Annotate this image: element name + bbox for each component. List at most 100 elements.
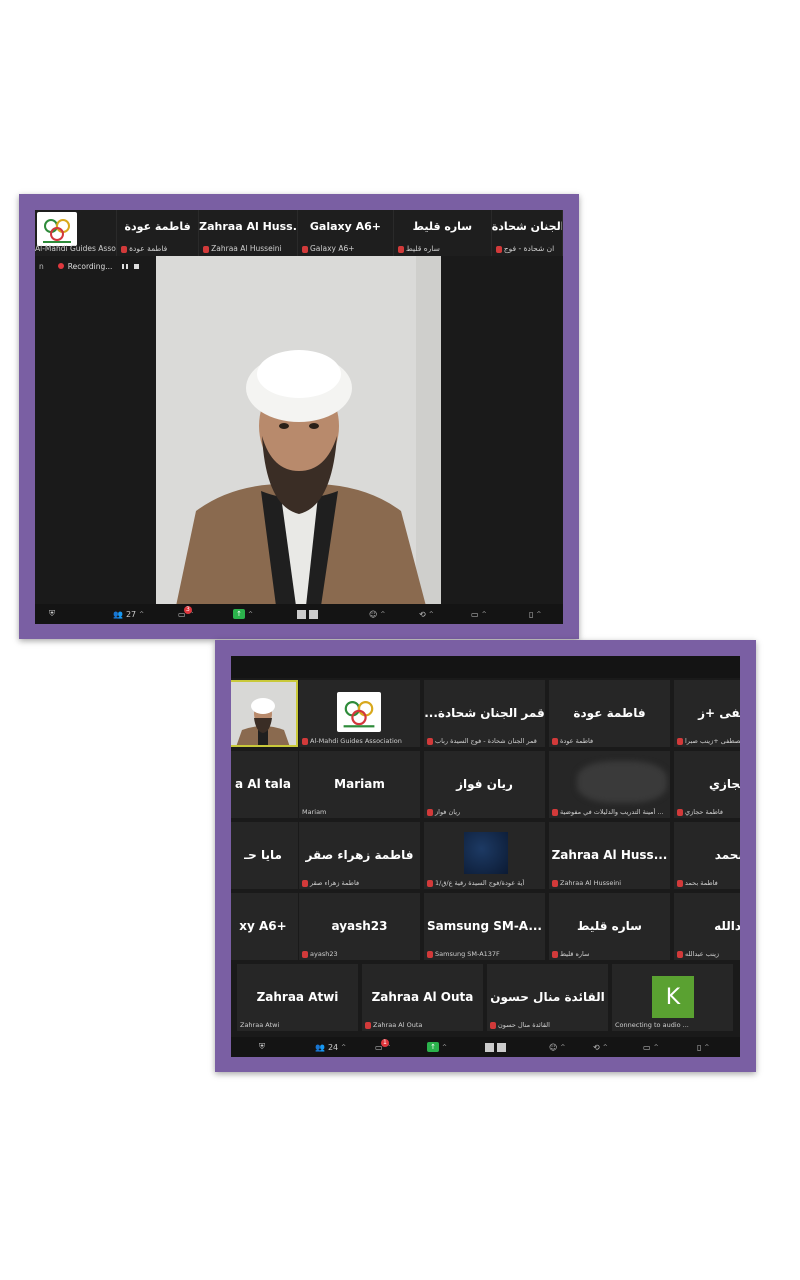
strip-tile[interactable]: Galaxy A6+ Galaxy A6+ (298, 210, 394, 256)
stop-icon[interactable] (497, 1042, 506, 1052)
participant-tile[interactable]: Zahraa Atwi Zahraa Atwi (237, 964, 358, 1031)
participants-button[interactable]: 👥 24 ^ (315, 1041, 346, 1053)
participant-tile[interactable]: Mariam Mariam (299, 751, 420, 818)
reactions-button[interactable]: ☺ ^ (549, 1041, 565, 1053)
participant-tile[interactable]: مصطفى +ز مصطفى +زينب صبرا (674, 680, 740, 747)
chat-button[interactable]: ▭ 3 ^ (178, 605, 194, 620)
security-shield-icon[interactable]: ⛨ (259, 1041, 265, 1053)
apps-button[interactable]: ⟲ ^ (593, 1041, 608, 1053)
mic-muted-icon (495, 245, 502, 253)
pause-recording-icon[interactable] (122, 263, 125, 269)
self-video-thumbnail (231, 680, 298, 747)
chevron-up-icon[interactable]: ^ (654, 1044, 659, 1051)
recording-controls[interactable] (297, 608, 318, 620)
participant-tile[interactable]: Samsung SM-A... Samsung SM-A137F (424, 893, 545, 960)
participant-tile[interactable]: Zahraa Al Outa Zahraa Al Outa (362, 964, 483, 1031)
association-logo (37, 212, 77, 246)
screenshot-frame-2: Al-Mahdi Guides Association ...قمر الجنان… (215, 640, 756, 1072)
participant-tile[interactable]: ...قمر الجنان شحادة قمر الجنان شحادة - فو… (424, 680, 545, 747)
pause-icon[interactable] (297, 609, 306, 619)
participant-tile[interactable]: مايا حـ (231, 822, 298, 889)
participant-sub: ساره قليط (405, 244, 440, 253)
participant-name: ayash23 (331, 919, 388, 933)
participant-tile[interactable]: ة حجازي فاطمة حجازي (674, 751, 740, 818)
strip-tile[interactable]: Zahraa Al Huss... Zahraa Al Husseini (199, 210, 298, 256)
participant-sub: فاطمة حجازي (685, 808, 723, 816)
participant-tile[interactable]: xy A6+ (231, 893, 298, 960)
participant-tile[interactable]: آية عودة/فوج السيدة رقية ع/ق/1 (424, 822, 545, 889)
stop-icon[interactable] (309, 609, 318, 619)
strip-tile-logo[interactable]: Al-Mahdi Guides Asso... (35, 210, 118, 256)
chat-icon: ▭ 1 (375, 1038, 389, 1052)
chevron-up-icon[interactable]: ^ (248, 611, 253, 618)
mic-muted-icon (121, 245, 128, 253)
reactions-button[interactable]: ☺ ^ (369, 608, 385, 620)
chevron-up-icon[interactable]: ^ (603, 1044, 608, 1051)
participants-button[interactable]: 👥 27 ^ (113, 608, 144, 620)
chevron-up-icon[interactable]: ^ (429, 611, 434, 618)
participant-name: مايا حـ (244, 848, 282, 862)
whiteboard-button[interactable]: ▭ ^ (643, 1041, 659, 1053)
apps-button[interactable]: ⟲ ^ (419, 608, 434, 620)
chat-icon: ▭ 3 (178, 605, 192, 619)
participant-tile[interactable] (231, 680, 298, 747)
strip-tile[interactable]: الجنان شحادة ان شحادة - فوج (491, 210, 563, 256)
participant-tile[interactable]: القائدة منال حسون القائدة منال حسون (487, 964, 608, 1031)
chevron-up-icon[interactable]: ^ (560, 1044, 565, 1051)
participant-tile[interactable]: ة بحمد فاطمة بحمد (674, 822, 740, 889)
chat-button[interactable]: ▭ 1 ^ (375, 1038, 391, 1053)
participant-sub: آية عودة/فوج السيدة رقية ع/ق/1 (435, 879, 525, 887)
participant-name: فاطمة زهراء صقر (305, 848, 414, 862)
participant-name: Zahraa Atwi (256, 990, 339, 1004)
mic-muted-icon (677, 950, 683, 958)
participant-sub: Connecting to audio ... (615, 1021, 689, 1029)
participant-tile[interactable]: ayash23 ayash23 (299, 893, 420, 960)
participant-tile[interactable]: أمينة التدريب والدليلات في مفوضية ... (549, 751, 670, 818)
participant-sub: ساره قليط (560, 950, 590, 958)
participant-tile[interactable]: عبدالله زينب عبدالله (674, 893, 740, 960)
strip-tile[interactable]: فاطمة عودة فاطمة عودة (117, 210, 200, 256)
profile-image (464, 832, 508, 874)
participant-sub: Galaxy A6+ (310, 244, 355, 253)
mic-muted-icon (427, 737, 433, 745)
participant-name: ساره قليط (412, 220, 473, 233)
security-shield-icon[interactable]: ⛨ (49, 608, 55, 620)
participants-count: 27 (125, 609, 137, 619)
strip-tile[interactable]: ساره قليط ساره قليط (393, 210, 492, 256)
chevron-up-icon[interactable]: ^ (536, 611, 541, 618)
share-screen-button[interactable]: ↑ ^ (427, 1041, 447, 1053)
chevron-up-icon[interactable]: ^ (380, 611, 385, 618)
mic-muted-icon (203, 245, 210, 253)
chevron-up-icon[interactable]: ^ (139, 611, 144, 618)
participant-name: مصطفى +ز (698, 706, 740, 720)
participant-name: ريان فواز (456, 777, 513, 791)
smiley-icon: ☺ (549, 1042, 558, 1052)
pause-icon[interactable] (485, 1042, 494, 1052)
participant-tile[interactable]: فاطمة زهراء صقر فاطمة زهراء صقر (299, 822, 420, 889)
share-screen-button[interactable]: ↑ ^ (233, 608, 253, 620)
chevron-up-icon[interactable]: ^ (704, 1044, 709, 1051)
recording-controls[interactable] (485, 1041, 506, 1053)
participant-tile[interactable]: Al-Mahdi Guides Association (299, 680, 420, 747)
whiteboard-button[interactable]: ▭ ^ (471, 608, 487, 620)
mic-muted-icon (490, 1021, 496, 1029)
participant-tile[interactable]: فاطمة عودة فاطمة عودة (549, 680, 670, 747)
participant-tile[interactable]: a Al tala (231, 751, 298, 818)
stop-recording-icon[interactable] (134, 263, 140, 269)
mic-muted-icon (302, 245, 308, 253)
notes-button[interactable]: ▯ ^ (697, 1041, 709, 1053)
chevron-up-icon[interactable]: ^ (482, 611, 487, 618)
participant-tile[interactable]: Zahraa Al Huss... Zahraa Al Husseini (549, 822, 670, 889)
chevron-up-icon[interactable]: ^ (341, 1044, 346, 1051)
chat-badge: 1 (381, 1038, 389, 1047)
participant-tile[interactable]: K Connecting to audio ... (612, 964, 733, 1031)
participant-tile[interactable]: ريان فواز ريان فواز (424, 751, 545, 818)
notes-button[interactable]: ▯ ^ (529, 608, 541, 620)
avatar: K (652, 976, 694, 1018)
chevron-up-icon[interactable]: ^ (442, 1044, 447, 1051)
participant-sub: فاطمة عودة (129, 244, 168, 253)
participant-name: a Al tala (235, 777, 291, 791)
participant-tile[interactable]: ساره قليط ساره قليط (549, 893, 670, 960)
participant-sub: Zahraa Al Outa (373, 1021, 423, 1029)
mic-muted-icon (677, 737, 683, 745)
